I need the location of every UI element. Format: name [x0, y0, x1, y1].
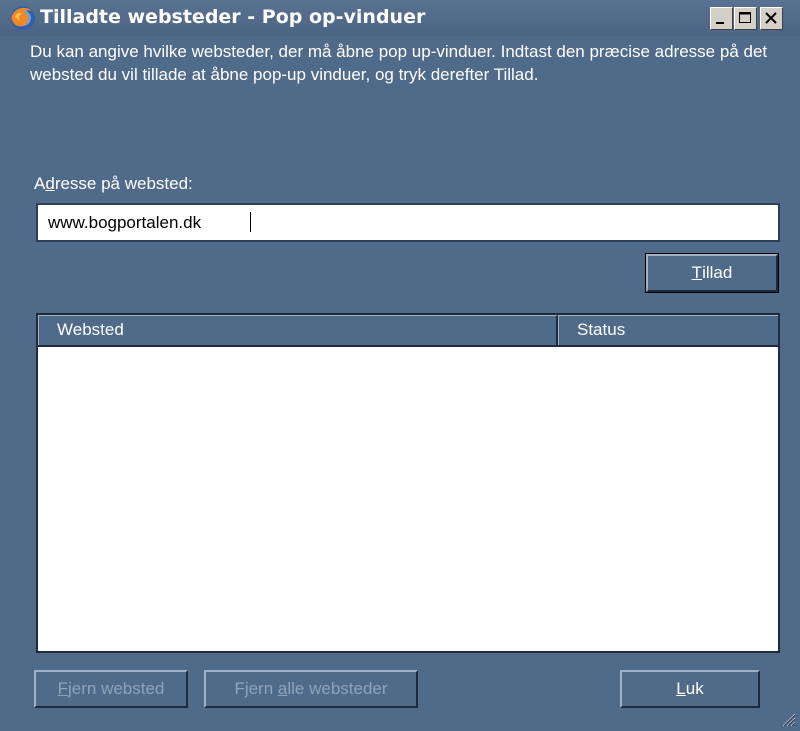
address-label: Adresse på websted:	[34, 174, 193, 193]
maximize-icon	[739, 12, 751, 23]
close-dialog-button[interactable]: Luk	[620, 670, 760, 708]
firefox-icon	[11, 6, 35, 30]
description-text: Du kan angive hvilke websteder, der må å…	[30, 42, 768, 84]
title-bar[interactable]: Tilladte websteder - Pop op-vinduer	[0, 0, 800, 36]
remove-site-button[interactable]: Fjern websted	[34, 670, 188, 708]
allowed-sites-dialog: Tilladte websteder - Pop op-vinduer Du k…	[0, 0, 800, 731]
close-button[interactable]	[760, 7, 783, 30]
remove-all-sites-button[interactable]: Fjern a lle websteder	[204, 670, 418, 708]
resize-grip-icon[interactable]	[780, 711, 796, 727]
site-list[interactable]: Websted Status	[36, 313, 780, 653]
allow-button[interactable]: Tillad	[645, 253, 779, 293]
maximize-button[interactable]	[734, 7, 757, 30]
column-header-site[interactable]: Websted	[38, 315, 558, 345]
address-input[interactable]	[36, 203, 780, 242]
column-header-status[interactable]: Status	[558, 315, 778, 345]
minimize-button[interactable]	[710, 7, 733, 30]
minimize-icon	[716, 22, 724, 24]
site-list-header: Websted Status	[38, 315, 778, 347]
text-cursor	[250, 212, 251, 232]
window-title: Tilladte websteder - Pop op-vinduer	[40, 6, 426, 28]
close-icon	[765, 12, 777, 24]
